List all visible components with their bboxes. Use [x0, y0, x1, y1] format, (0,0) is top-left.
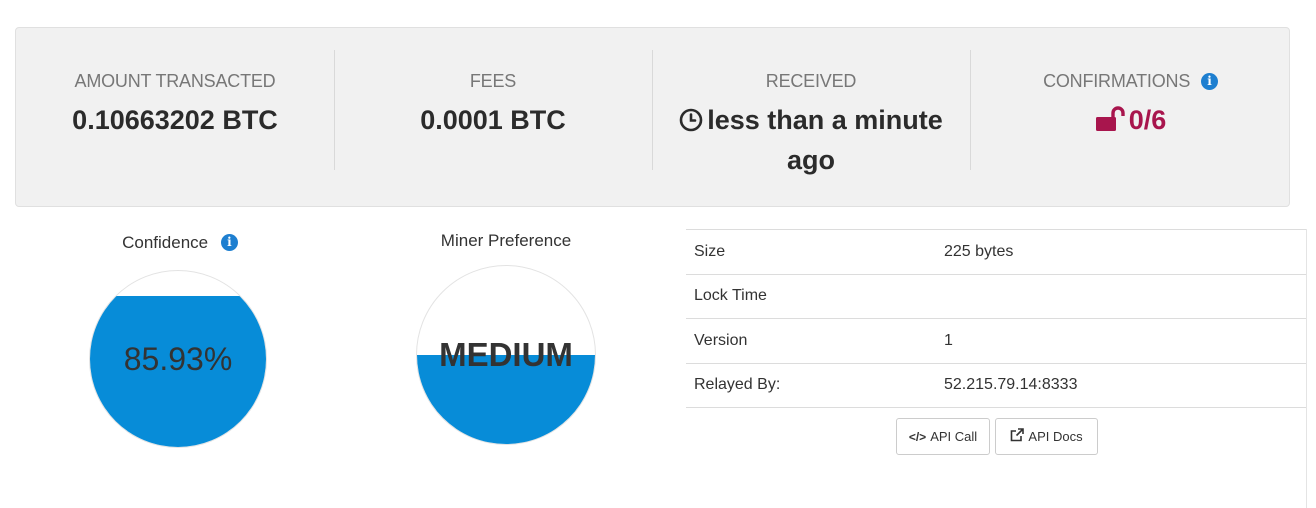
confirmations-label: CONFIRMATIONS i: [970, 71, 1291, 92]
confidence-gauge: 85.93%: [89, 270, 267, 448]
detail-value: 1: [936, 318, 1306, 363]
received-label: RECEIVED: [765, 71, 857, 91]
api-call-label: API Call: [930, 429, 978, 444]
detail-key: Version: [686, 318, 936, 363]
stat-fees: FEES 0.0001 BTC: [334, 28, 652, 208]
amount-label: AMOUNT TRANSACTED: [74, 71, 276, 91]
fees-value: 0.0001 BTC: [420, 105, 566, 135]
miner-preference-gauge: MEDIUM: [416, 265, 596, 445]
received-value-line2: ago: [786, 145, 835, 175]
detail-key: Relayed By:: [686, 362, 936, 408]
table-row: Size 225 bytes: [686, 229, 1306, 274]
transaction-details-table: Size 225 bytes Lock Time Version 1 Relay…: [686, 229, 1306, 408]
info-icon[interactable]: i: [1200, 73, 1218, 90]
confirmations-value: 0/6: [970, 102, 1291, 142]
confidence-title-text: Confidence: [122, 233, 209, 252]
stat-confirmations: CONFIRMATIONS i 0/6: [970, 28, 1291, 208]
miner-preference-title: Miner Preference: [440, 231, 572, 250]
clock-icon: [679, 105, 703, 142]
divider: [1306, 229, 1307, 508]
confidence-title: Confidence i: [95, 233, 265, 253]
table-row: Relayed By: 52.215.79.14:8333: [686, 362, 1306, 408]
confirmations-count: 0/6: [1128, 105, 1167, 135]
stat-received: RECEIVED less than a minute ago: [652, 28, 970, 208]
confidence-value: 85.93%: [123, 341, 233, 377]
detail-key: Size: [686, 229, 936, 274]
table-row: Version 1: [686, 318, 1306, 363]
stat-amount: AMOUNT TRANSACTED 0.10663202 BTC: [16, 28, 334, 208]
received-value-line1: less than a minute: [707, 105, 943, 135]
api-docs-button[interactable]: API Docs: [995, 418, 1098, 455]
detail-value: 52.215.79.14:8333: [936, 362, 1306, 408]
confirmations-label-text: CONFIRMATIONS: [1043, 71, 1191, 91]
amount-value: 0.10663202 BTC: [72, 105, 278, 135]
miner-preference-value: MEDIUM: [439, 336, 573, 373]
received-value: less than a minute ago: [652, 102, 970, 179]
api-docs-label: API Docs: [1028, 429, 1083, 444]
fees-label: FEES: [469, 71, 517, 91]
transaction-stats-panel: AMOUNT TRANSACTED 0.10663202 BTC FEES 0.…: [15, 27, 1290, 207]
code-icon: </>: [908, 429, 927, 444]
api-call-button[interactable]: </> API Call: [896, 418, 990, 455]
detail-key: Lock Time: [686, 273, 936, 319]
table-row: Lock Time: [686, 273, 1306, 319]
info-icon[interactable]: i: [220, 234, 238, 251]
external-link-icon: [1010, 428, 1025, 445]
detail-value: 225 bytes: [936, 229, 1306, 274]
detail-value: [936, 273, 1306, 319]
unlock-icon: [1095, 105, 1125, 142]
